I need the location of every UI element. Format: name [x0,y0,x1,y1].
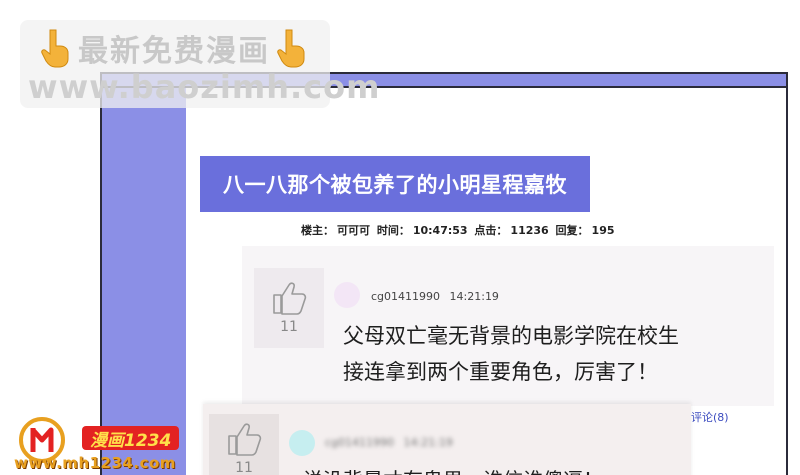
like-count: 11 [235,460,253,475]
pointing-down-hand-icon [41,29,69,68]
comment-text: 父母双亡毫无背景的电影学院在校生 接连拿到两个重要角色，厉害了！ [343,318,763,390]
thumbs-up-icon [273,282,307,315]
post-title: 八一八那个被包养了的小明星程嘉牧 [223,173,567,197]
like-count: 11 [280,319,298,335]
comment-time: 14:21:19 [449,290,499,303]
watermark-url: www.baozimh.com [28,68,381,106]
comment-line: 说没背景才有鬼男，谁信谁傻逼！ [303,462,683,475]
like-button[interactable]: 11 [254,268,324,348]
meta-clicks: 11236 [510,224,549,237]
comment-user-line: cg01411990 14:21:19 [371,290,505,303]
comment-time: 14:21:19 [403,436,453,449]
comment-card: 11 cg01411990 14:21:19 父母双亡毫无背景的电影学院在校生 … [242,246,774,406]
comment-line: 接连拿到两个重要角色，厉害了！ [343,360,658,384]
meta-replies-label: 回复： [555,224,589,237]
avatar[interactable] [289,430,315,456]
watermark-slogan: 最新免费漫画 [78,34,270,69]
meta-time-label: 时间： [376,224,410,237]
meta-time: 10:47:53 [412,224,468,237]
comment-line: 父母双亡毫无背景的电影学院在校生 [343,324,679,348]
meta-clicks-label: 点击： [474,224,508,237]
comment-card: 11 cg01411990 14:21:19 说没背景才有鬼男，谁信谁傻逼！ [203,404,691,475]
post-title-box: 八一八那个被包养了的小明星程嘉牧 [200,156,590,212]
avatar[interactable] [334,282,360,308]
reply-count-link[interactable]: 评论(8) [691,409,729,425]
comment-text: 说没背景才有鬼男，谁信谁傻逼！ [303,462,683,475]
post-meta: 楼主： 可可可 时间： 10:47:53 点击： 11236 回复： 195 [301,222,618,238]
like-button[interactable]: 11 [209,414,279,475]
comment-user-line: cg01411990 14:21:19 [325,436,459,449]
watermark-mh1234: 漫画1234 www.mh1234.com [14,416,204,475]
watermark-baozimh: 最新免费漫画 www.baozimh.com [20,20,379,108]
watermark-badge: 漫画1234 [82,426,180,451]
username[interactable]: cg01411990 [325,436,394,449]
thumbs-up-icon [228,423,262,456]
watermark-url: www.mh1234.com [14,454,176,472]
username[interactable]: cg01411990 [371,290,440,303]
pointing-down-hand-icon [277,29,305,68]
watermark-badge-text: 漫画1234 [90,430,172,451]
meta-author-label: 楼主： [301,224,334,237]
meta-replies: 195 [591,224,615,237]
meta-author: 可可可 [337,224,370,237]
